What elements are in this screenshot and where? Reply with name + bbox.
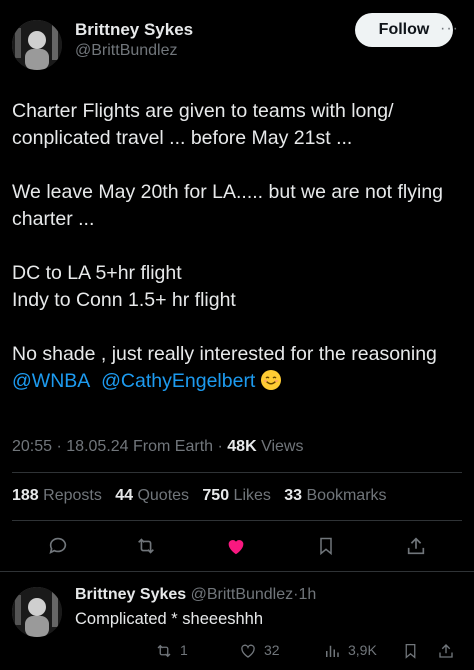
author-name[interactable]: Brittney Sykes <box>75 20 193 40</box>
author-avatar[interactable] <box>12 20 62 70</box>
tweet-line: We leave May 20th for LA..... but we are… <box>12 181 444 203</box>
reply-like-count: 32 <box>264 642 280 658</box>
reply-text: Complicated * sheeeshhh <box>75 610 264 628</box>
divider <box>12 520 462 521</box>
smiling-face-emoji-icon <box>260 370 281 390</box>
reposts-stat[interactable]: 188 Reposts <box>12 487 102 504</box>
tweet-line: Charter Flights are given to teams with … <box>12 100 394 122</box>
views-label: Views <box>261 438 304 455</box>
bookmarks-stat[interactable]: 33 Bookmarks <box>284 487 386 504</box>
reply-repost-count: 1 <box>180 642 188 658</box>
bookmark-icon[interactable] <box>312 534 340 558</box>
heart-icon[interactable] <box>222 534 250 558</box>
tweet-line: conplicated travel ... before May 21st .… <box>12 127 353 149</box>
reply-author-name[interactable]: Brittney Sykes <box>75 586 186 603</box>
tweet-meta: 20:55 · 18.05.24 From Earth · 48K Views <box>12 438 304 455</box>
likes-stat[interactable]: 750 Likes <box>202 487 271 504</box>
repost-icon[interactable] <box>152 641 176 661</box>
follow-button[interactable]: Follow <box>355 13 453 47</box>
tweet-body: Charter Flights are given to teams with … <box>12 98 467 395</box>
more-options-icon[interactable]: ··· <box>440 20 459 38</box>
reply-time[interactable]: 1h <box>298 586 316 603</box>
reply-views-count: 3,9K <box>348 642 377 658</box>
heart-icon[interactable] <box>236 641 260 661</box>
tweet-time[interactable]: 20:55 <box>12 438 52 455</box>
reply-avatar[interactable] <box>12 587 62 637</box>
quotes-stat[interactable]: 44 Quotes <box>115 487 189 504</box>
views-count: 48K <box>227 438 257 455</box>
bookmark-icon[interactable] <box>400 641 420 661</box>
tweet-line: DC to LA 5+hr flight <box>12 262 182 284</box>
reply-author-handle[interactable]: @BrittBundlez <box>191 586 294 603</box>
tweet-line: No shade , just really interested for th… <box>12 343 437 365</box>
author-handle[interactable]: @BrittBundlez <box>75 42 178 60</box>
tweet-line: Indy to Conn 1.5+ hr flight <box>12 289 236 311</box>
views-icon[interactable] <box>320 641 344 661</box>
mention-link[interactable]: @WNBA <box>12 370 90 392</box>
share-icon[interactable] <box>436 641 456 661</box>
divider <box>0 571 474 572</box>
reply-header: Brittney Sykes @BrittBundlez·1h <box>75 586 317 603</box>
divider <box>12 472 462 473</box>
reply-icon[interactable] <box>44 534 72 558</box>
engagement-stats: 188 Reposts 44 Quotes 750 Likes 33 Bookm… <box>12 487 387 505</box>
tweet-line: charter ... <box>12 208 95 230</box>
repost-icon[interactable] <box>132 534 160 558</box>
share-icon[interactable] <box>402 534 430 558</box>
tweet-date[interactable]: 18.05.24 <box>66 438 128 455</box>
mention-link[interactable]: @CathyEngelbert <box>101 370 255 392</box>
tweet-source: From Earth <box>133 438 214 455</box>
